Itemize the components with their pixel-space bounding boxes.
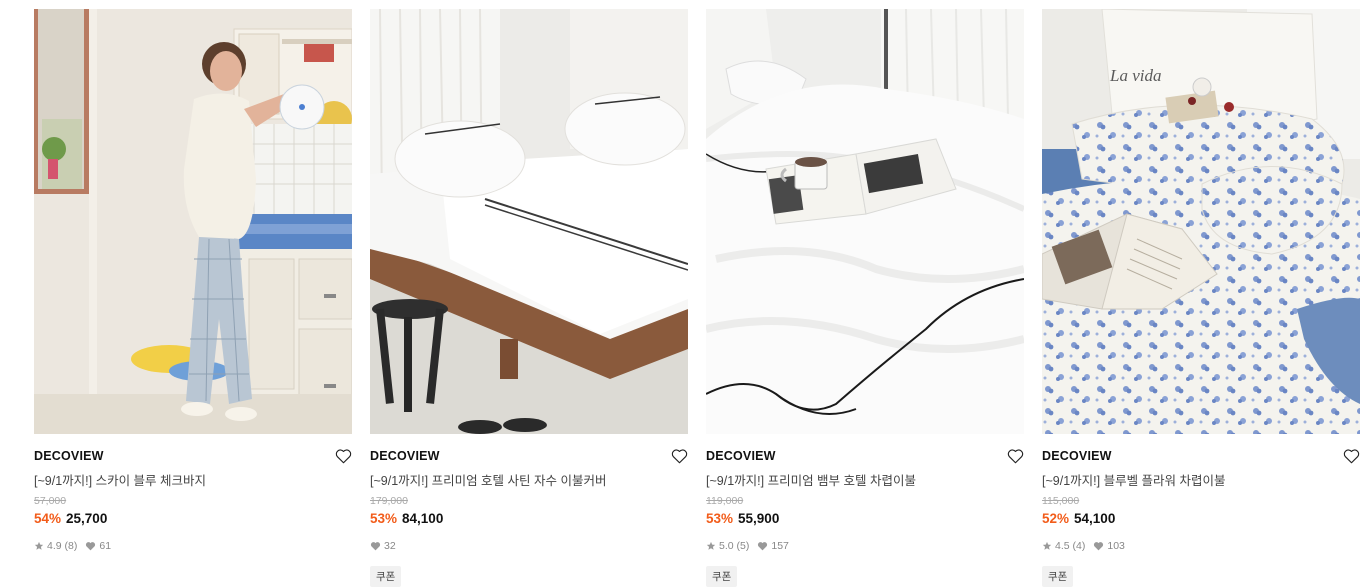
review-count: (5) bbox=[736, 540, 750, 552]
likes: 157 bbox=[757, 540, 789, 552]
product-title[interactable]: [~9/1까지!] 프리미엄 호텔 사틴 자수 이불커버 bbox=[370, 470, 688, 488]
product-card[interactable]: La vida DECOVIEW [~9/1까지!] 블루벨 플라워 차렵이불 … bbox=[1042, 9, 1360, 587]
original-price: 179,000 bbox=[370, 495, 408, 507]
price-row: 52% 54,100 bbox=[1042, 511, 1360, 527]
rating: 4.9 (8) bbox=[34, 540, 77, 552]
rating-value: 4.5 bbox=[1055, 540, 1070, 552]
product-meta: 4.5 (4) 103 bbox=[1042, 539, 1360, 553]
brand-row: DECOVIEW bbox=[1042, 447, 1360, 465]
review-count: (8) bbox=[64, 540, 78, 552]
price-row: 53% 84,100 bbox=[370, 511, 688, 527]
sale-price: 25,700 bbox=[66, 511, 108, 526]
product-title[interactable]: [~9/1까지!] 블루벨 플라워 차렵이불 bbox=[1042, 470, 1360, 488]
likes: 61 bbox=[85, 540, 111, 552]
heart-filled-icon bbox=[370, 542, 381, 551]
heart-filled-icon bbox=[758, 542, 768, 551]
likes: 32 bbox=[370, 540, 396, 552]
product-title[interactable]: [~9/1까지!] 스카이 블루 체크바지 bbox=[34, 470, 352, 488]
wishlist-heart-icon[interactable] bbox=[333, 446, 353, 466]
product-image-kitchen[interactable] bbox=[34, 9, 352, 434]
wishlist-heart-icon[interactable] bbox=[1341, 446, 1361, 466]
sale-price: 84,100 bbox=[402, 511, 444, 526]
product-card[interactable]: DECOVIEW [~9/1까지!] 프리미엄 뱀부 호텔 차렵이불 119,0… bbox=[706, 9, 1024, 587]
heart-filled-icon bbox=[86, 542, 96, 551]
product-image-hotel-bedding[interactable] bbox=[370, 9, 688, 434]
wishlist-heart-icon[interactable] bbox=[1005, 446, 1025, 466]
coupon-badge: 쿠폰 bbox=[706, 566, 738, 587]
product-image-bamboo-comforter[interactable] bbox=[706, 9, 1024, 434]
brand-name[interactable]: DECOVIEW bbox=[706, 449, 776, 463]
rating-value: 5.0 bbox=[719, 540, 734, 552]
star-icon bbox=[706, 541, 716, 550]
sale-price: 55,900 bbox=[738, 511, 780, 526]
coupon-badge: 쿠폰 bbox=[1042, 566, 1074, 587]
product-meta: 4.9 (8) 61 bbox=[34, 539, 352, 553]
like-count: 157 bbox=[771, 540, 789, 552]
brand-name[interactable]: DECOVIEW bbox=[34, 449, 104, 463]
discount-rate: 54% bbox=[34, 511, 62, 526]
like-count: 61 bbox=[99, 540, 112, 552]
discount-rate: 53% bbox=[370, 511, 398, 526]
product-image-bluebell-comforter[interactable]: La vida bbox=[1042, 9, 1360, 434]
pillow-embroidery: La vida bbox=[1109, 66, 1161, 85]
wishlist-heart-icon[interactable] bbox=[669, 446, 689, 466]
discount-rate: 53% bbox=[706, 511, 734, 526]
product-card[interactable]: DECOVIEW [~9/1까지!] 프리미엄 호텔 사틴 자수 이불커버 17… bbox=[370, 9, 688, 587]
original-price: 119,000 bbox=[706, 495, 744, 507]
brand-name[interactable]: DECOVIEW bbox=[370, 449, 440, 463]
price-row: 54% 25,700 bbox=[34, 511, 352, 527]
coupon-badge: 쿠폰 bbox=[370, 566, 402, 587]
brand-row: DECOVIEW bbox=[34, 447, 352, 465]
star-icon bbox=[34, 541, 44, 550]
like-count: 32 bbox=[384, 540, 396, 552]
product-card[interactable]: DECOVIEW [~9/1까지!] 스카이 블루 체크바지 57,000 54… bbox=[34, 9, 352, 587]
star-icon bbox=[1042, 541, 1052, 550]
original-price: 115,000 bbox=[1042, 495, 1080, 507]
like-count: 103 bbox=[1107, 540, 1125, 552]
review-count: (4) bbox=[1072, 540, 1086, 552]
rating: 4.5 (4) bbox=[1042, 540, 1085, 552]
product-meta: 32 bbox=[370, 539, 688, 553]
price-row: 53% 55,900 bbox=[706, 511, 1024, 527]
sale-price: 54,100 bbox=[1074, 511, 1116, 526]
brand-name[interactable]: DECOVIEW bbox=[1042, 449, 1112, 463]
rating-value: 4.9 bbox=[47, 540, 62, 552]
heart-filled-icon bbox=[1094, 542, 1104, 551]
product-title[interactable]: [~9/1까지!] 프리미엄 뱀부 호텔 차렵이불 bbox=[706, 470, 1024, 488]
product-meta: 5.0 (5) 157 bbox=[706, 539, 1024, 553]
rating: 5.0 (5) bbox=[706, 540, 749, 552]
brand-row: DECOVIEW bbox=[370, 447, 688, 465]
original-price: 57,000 bbox=[34, 495, 67, 507]
brand-row: DECOVIEW bbox=[706, 447, 1024, 465]
likes: 103 bbox=[1093, 540, 1125, 552]
discount-rate: 52% bbox=[1042, 511, 1070, 526]
product-grid: DECOVIEW [~9/1까지!] 스카이 블루 체크바지 57,000 54… bbox=[34, 9, 1360, 587]
